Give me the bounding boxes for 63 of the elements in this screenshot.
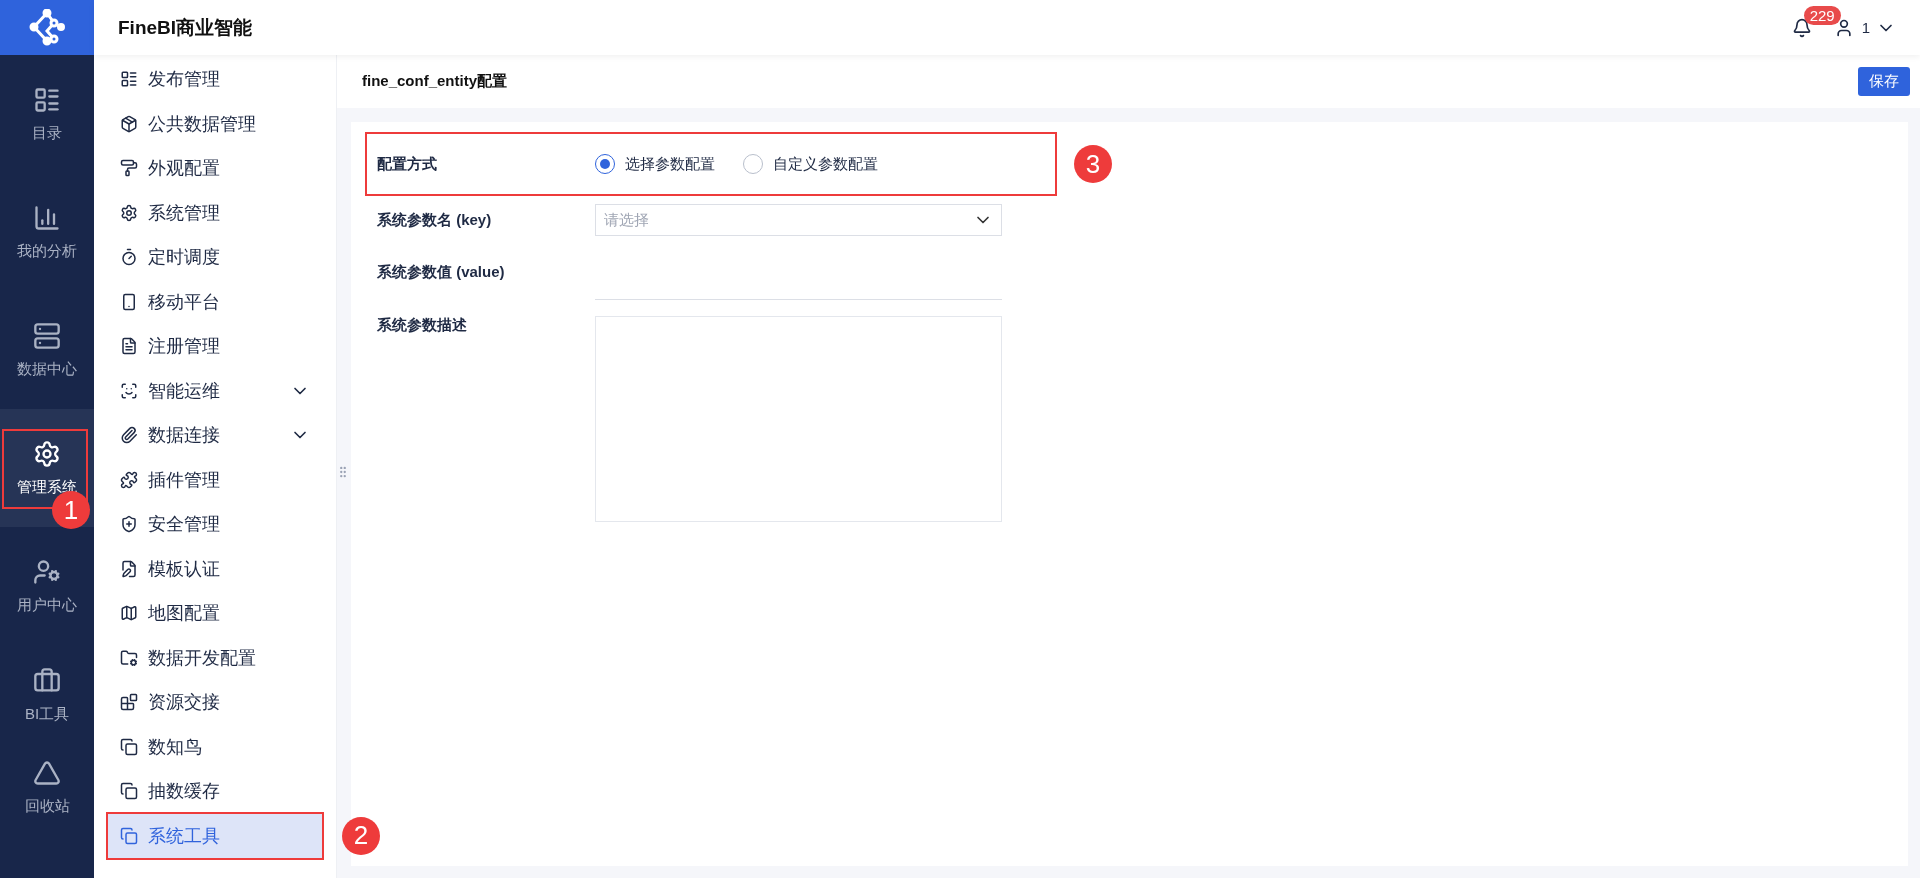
radio-option[interactable]: 自定义参数配置 [743, 154, 878, 174]
sidebar-item[interactable]: 公共数据管理 [108, 101, 322, 146]
callout-number: 3 [1074, 145, 1112, 183]
menu-icon [120, 114, 138, 133]
radio-option[interactable]: 选择参数配置 [595, 154, 715, 174]
user-name[interactable]: 1 [1861, 19, 1870, 36]
sidebar-item[interactable]: 外观配置 [108, 146, 322, 191]
sidebar-item[interactable]: 发布管理 [108, 57, 322, 102]
nav-icon [33, 203, 61, 232]
menu-icon [120, 826, 138, 845]
nav-icon [33, 557, 61, 586]
bell-icon[interactable] [1791, 17, 1812, 38]
nav-item[interactable]: 回收站 [0, 745, 94, 830]
nav-item[interactable]: BI工具 [0, 645, 94, 745]
save-button[interactable]: 保存 [1858, 67, 1910, 96]
menu-icon [120, 604, 138, 623]
textarea-field[interactable] [595, 316, 1002, 522]
sidebar-item[interactable]: 插件管理 [108, 457, 322, 502]
menu-icon [120, 248, 138, 267]
menu-icon [120, 470, 138, 489]
menu-icon [120, 515, 138, 534]
logo-icon [28, 8, 66, 47]
nav-icon [33, 321, 61, 350]
menu-icon [120, 159, 138, 178]
nav-item[interactable]: 我的分析 [0, 173, 94, 291]
menu-icon [120, 426, 138, 445]
notification-badge: 229 [1803, 5, 1841, 25]
sidebar-item[interactable]: 数知鸟 [108, 724, 322, 769]
nav-item[interactable]: 用户中心 [0, 527, 94, 645]
menu-icon [120, 693, 138, 712]
sidebar-item[interactable]: 定时调度 [108, 235, 322, 280]
field-label: 配置方式 [376, 154, 438, 174]
menu-icon [120, 737, 138, 756]
sidebar-item[interactable]: 数据开发配置 [108, 635, 322, 680]
nav-icon [33, 759, 61, 787]
nav-icon [33, 439, 61, 468]
sidebar-item[interactable]: 地图配置 [108, 591, 322, 636]
field-label: 系统参数值 (value) [376, 262, 506, 282]
app-title: FineBI商业智能 [118, 15, 253, 40]
nav-icon [33, 666, 61, 695]
menu-icon [120, 292, 138, 311]
menu-icon [120, 337, 138, 356]
page-title: fine_conf_entity配置 [362, 72, 509, 91]
menu-icon [120, 203, 138, 222]
sidebar-item[interactable]: 抽数缓存 [108, 769, 322, 814]
nav-item[interactable]: 目录 [0, 55, 94, 173]
menu-icon [120, 559, 138, 578]
menu-icon [120, 70, 138, 89]
sidebar-item[interactable]: 数据连接 [108, 413, 322, 458]
sidebar-item[interactable]: 移动平台 [108, 279, 322, 324]
field-label: 系统参数名 (key) [376, 210, 493, 230]
nav-icon [33, 85, 61, 114]
sidebar-item[interactable]: 资源交接 [108, 680, 322, 725]
menu-icon [120, 648, 138, 667]
sidebar-item[interactable]: 系统管理 [108, 190, 322, 235]
menu-icon [120, 782, 138, 801]
nav-item[interactable]: 数据中心 [0, 291, 94, 409]
field-label: 系统参数描述 [376, 316, 468, 335]
sidebar-item[interactable]: 安全管理 [108, 502, 322, 547]
sidebar-item[interactable]: 注册管理 [108, 324, 322, 369]
sidebar-item[interactable]: 智能运维 [108, 368, 322, 413]
sidebar-item[interactable]: 模板认证 [108, 546, 322, 591]
menu-icon [120, 381, 138, 400]
